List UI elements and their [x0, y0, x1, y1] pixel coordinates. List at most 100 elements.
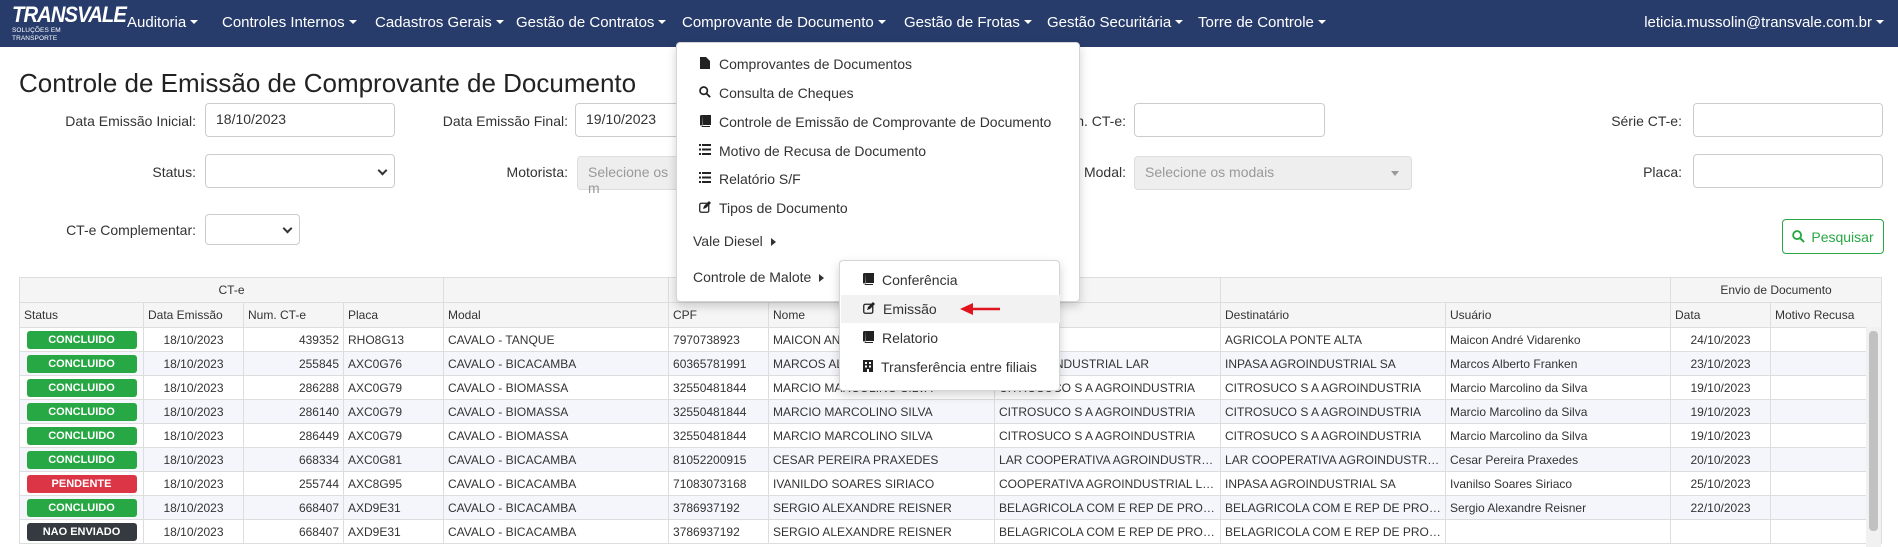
table-row[interactable]: CONCLUIDO 18/10/2023 668407 AXD9E31 CAVALO -…: [19, 495, 1883, 520]
submenu-label: Conferência: [882, 272, 958, 288]
list-icon: [699, 172, 711, 186]
serie-cte-input[interactable]: [1693, 103, 1883, 137]
cell-nome: IVANILDO SOARES SIRIACO: [768, 471, 996, 496]
data-final-label: Data Emissão Final:: [442, 113, 568, 129]
menu-consulta-cheques[interactable]: Consulta de Cheques: [699, 85, 854, 101]
logo-brand: TRANSVALE: [12, 2, 127, 27]
data-final-input[interactable]: 19/10/2023: [575, 103, 685, 137]
cell-num: 668334: [243, 447, 344, 472]
search-button[interactable]: Pesquisar: [1782, 219, 1884, 254]
menu-relatorio-sf[interactable]: Relatório S/F: [699, 171, 801, 187]
cell-motivo: [1770, 423, 1883, 448]
status-badge: NAO ENVIADO: [26, 522, 137, 541]
cell-envio: 19/10/2023: [1670, 423, 1772, 448]
cell-nome: MARCIO MARCOLINO SILVA: [768, 423, 996, 448]
cell-placa: AXD9E31: [342, 519, 445, 544]
cell-placa: AXC0G79: [342, 375, 445, 400]
book-icon: [863, 330, 874, 346]
status-select[interactable]: [205, 154, 395, 188]
menu-controle-malote[interactable]: Controle de Malote: [693, 269, 825, 285]
caret-down-icon: [1023, 20, 1032, 25]
motorista-select[interactable]: Selecione os m: [577, 156, 687, 196]
submenu-label: Relatorio: [882, 330, 939, 346]
menu-motivo-recusa[interactable]: Motivo de Recusa de Documento: [699, 143, 926, 159]
nav-label: Comprovante de Documento: [682, 14, 874, 31]
cell-num: 255744: [243, 471, 344, 496]
controle-malote-submenu: Conferência Emissão Relatorio Transferên…: [839, 260, 1060, 391]
table-row[interactable]: CONCLUIDO 18/10/2023 286140 AXC0G79 CAVALO -…: [19, 399, 1883, 424]
cell-envio: 24/10/2023: [1670, 327, 1772, 352]
cell-status: PENDENTE: [19, 471, 144, 496]
nav-torre-controle[interactable]: Torre de Controle: [1198, 14, 1326, 31]
menu-label: Vale Diesel: [693, 233, 763, 249]
user-menu[interactable]: leticia.mussolin@transvale.com.br: [1644, 14, 1884, 31]
table-row[interactable]: NAO ENVIADO 18/10/2023 668407 AXD9E31 CAVALO…: [19, 519, 1883, 544]
cte-complementar-select[interactable]: [205, 214, 300, 245]
building-icon: [863, 359, 873, 375]
cell-data: 18/10/2023: [143, 351, 244, 376]
data-inicial-input[interactable]: 18/10/2023: [205, 103, 395, 137]
modal-select[interactable]: Selecione os modais: [1134, 156, 1412, 190]
serie-cte-label: Série CT-e:: [1611, 113, 1682, 129]
menu-label: Controle de Emissão de Comprovante de Do…: [719, 114, 1052, 130]
col-num-cte[interactable]: Num. CT-e: [243, 302, 344, 328]
submenu-relatorio[interactable]: Relatorio: [841, 324, 1060, 352]
col-data-envio[interactable]: Data: [1670, 302, 1772, 328]
cell-usuario: Sergio Alexandre Reisner: [1445, 495, 1672, 520]
status-badge: CONCLUIDO: [26, 402, 137, 421]
col-destinatario[interactable]: Destinatário: [1220, 302, 1447, 328]
menu-vale-diesel[interactable]: Vale Diesel: [693, 233, 776, 249]
col-data-emissao[interactable]: Data Emissão: [143, 302, 244, 328]
cell-placa: AXC8G95: [342, 471, 445, 496]
cell-envio: 22/10/2023: [1670, 495, 1772, 520]
transvale-logo[interactable]: TRANSVALE SOLUÇÕES EM TRANSPORTE: [12, 2, 127, 43]
scrollbar-thumb[interactable]: [1869, 331, 1878, 531]
table-row[interactable]: CONCLUIDO 18/10/2023 286449 AXC0G79 CAVALO -…: [19, 423, 1883, 448]
table-scrollbar[interactable]: [1866, 327, 1881, 547]
cell-cpf: 32550481844: [668, 399, 770, 424]
menu-label: Relatório S/F: [719, 171, 801, 187]
nav-auditoria[interactable]: Auditoria: [127, 14, 199, 31]
modal-placeholder: Selecione os modais: [1145, 164, 1275, 180]
submenu-label: Transferência entre filiais: [881, 359, 1037, 375]
nav-gestao-frotas[interactable]: Gestão de Frotas: [904, 14, 1032, 31]
nav-comprovante-documento[interactable]: Comprovante de Documento: [682, 14, 886, 31]
nav-cadastros-gerais[interactable]: Cadastros Gerais: [375, 14, 504, 31]
nav-gestao-securitaria[interactable]: Gestão Securitária: [1047, 14, 1184, 31]
col-status[interactable]: Status: [19, 302, 144, 328]
menu-comprovantes-documentos[interactable]: Comprovantes de Documentos: [699, 56, 912, 72]
cell-usuario: Maicon André Vidarenko: [1445, 327, 1672, 352]
submenu-transferencia-filiais[interactable]: Transferência entre filiais: [841, 353, 1060, 381]
status-badge: CONCLUIDO: [26, 498, 137, 517]
table-row[interactable]: CONCLUIDO 18/10/2023 668334 AXC0G81 CAVALO -…: [19, 447, 1883, 472]
status-badge: CONCLUIDO: [26, 426, 137, 445]
menu-controle-emissao[interactable]: Controle de Emissão de Comprovante de Do…: [699, 114, 1051, 130]
table-row[interactable]: PENDENTE 18/10/2023 255744 AXC8G95 CAVALO - …: [19, 471, 1883, 496]
cell-usuario: [1445, 519, 1672, 544]
submenu-conferencia[interactable]: Conferência: [841, 266, 1060, 294]
caret-down-icon: [1317, 20, 1326, 25]
cell-num: 286140: [243, 399, 344, 424]
nav-controles-internos[interactable]: Controles Internos: [222, 14, 357, 31]
col-motivo-recusa[interactable]: Motivo Recusa: [1770, 302, 1883, 328]
col-modal[interactable]: Modal: [443, 302, 670, 328]
submenu-emissao[interactable]: Emissão: [841, 295, 1060, 323]
menu-tipos-documento[interactable]: Tipos de Documento: [699, 200, 848, 216]
col-usuario[interactable]: Usuário: [1445, 302, 1672, 328]
cell-status: CONCLUIDO: [19, 375, 144, 400]
cell-cpf: 81052200915: [668, 447, 770, 472]
cell-placa: AXC0G79: [342, 399, 445, 424]
cte-complementar-label: CT-e Complementar:: [66, 222, 196, 238]
cell-cpf: 60365781991: [668, 351, 770, 376]
placa-input[interactable]: [1693, 154, 1883, 188]
num-cte-input[interactable]: [1134, 103, 1325, 137]
cell-status: CONCLUIDO: [19, 327, 144, 352]
cell-usuario: Marcio Marcolino da Silva: [1445, 423, 1672, 448]
nav-gestao-contratos[interactable]: Gestão de Contratos: [516, 14, 667, 31]
cell-usuario: Marcos Alberto Franken: [1445, 351, 1672, 376]
search-label: Pesquisar: [1811, 228, 1874, 245]
col-placa[interactable]: Placa: [342, 302, 445, 328]
cell-placa: AXC0G79: [342, 423, 445, 448]
col-cpf[interactable]: CPF: [668, 302, 770, 328]
cell-data: 18/10/2023: [143, 399, 244, 424]
